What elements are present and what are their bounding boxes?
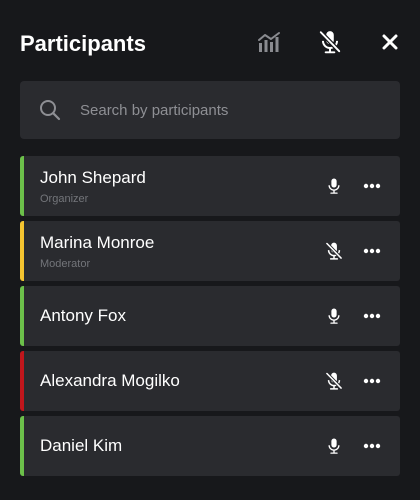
participant-role: Organizer [40,193,89,205]
participant-name: John Shepard [40,168,146,187]
status-indicator [20,416,24,476]
panel-title: Participants [20,31,146,56]
mute-all-button[interactable] [310,24,350,60]
participant-name: Marina Monroe [40,233,155,252]
mute-button[interactable] [322,174,346,198]
status-indicator [20,156,24,216]
unmute-button[interactable] [322,239,346,263]
more-horizontal-icon [363,313,381,319]
participants-panel: Participants Search by participants John… [0,0,420,500]
search-box [20,81,400,139]
panel-header: Participants [0,0,420,84]
participant-row[interactable]: Alexandra Mogilko [20,351,400,411]
microphone-muted-icon [325,372,343,390]
statistics-button[interactable] [250,24,290,60]
close-icon [382,34,398,50]
status-indicator [20,351,24,411]
participant-row[interactable]: Daniel Kim [20,416,400,476]
more-options-button[interactable] [360,239,384,263]
more-horizontal-icon [363,183,381,189]
microphone-icon [328,438,340,454]
more-options-button[interactable] [360,369,384,393]
mute-button[interactable] [322,434,346,458]
status-indicator [20,286,24,346]
status-indicator [20,221,24,281]
participant-name: Alexandra Mogilko [40,371,180,390]
participant-name: Daniel Kim [40,436,123,455]
bar-chart-icon [258,32,280,52]
search-input[interactable] [80,81,380,139]
participant-row[interactable]: John Shepard Organizer [20,156,400,216]
microphone-muted-icon [325,242,343,260]
participant-row[interactable]: Marina Monroe Moderator [20,221,400,281]
microphone-icon [328,308,340,324]
more-options-button[interactable] [360,304,384,328]
mute-button[interactable] [322,304,346,328]
participant-role: Moderator [40,258,91,270]
unmute-button[interactable] [322,369,346,393]
more-options-button[interactable] [360,434,384,458]
participant-row[interactable]: Antony Fox [20,286,400,346]
microphone-icon [328,178,340,194]
more-horizontal-icon [363,443,381,449]
more-horizontal-icon [363,248,381,254]
search-icon [40,100,61,121]
participant-name: Antony Fox [40,306,126,325]
more-horizontal-icon [363,378,381,384]
mic-off-icon [319,30,341,54]
close-button[interactable] [370,24,410,60]
more-options-button[interactable] [360,174,384,198]
